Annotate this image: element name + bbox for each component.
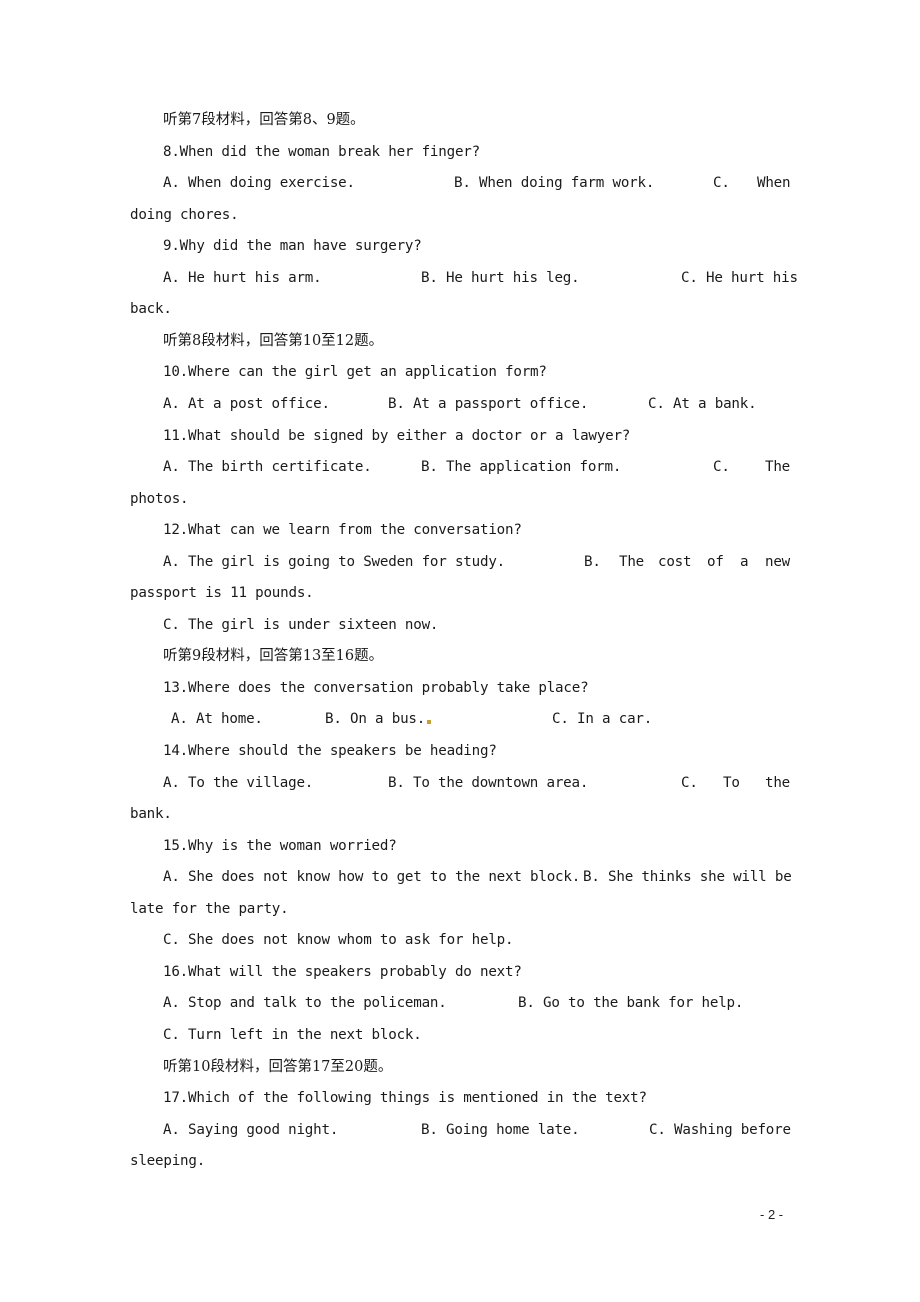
answer-option: C. Turn left in the next block. — [163, 1026, 422, 1043]
answer-option: C. She does not know whom to ask for hel… — [163, 932, 514, 949]
answer-option: A. She does not know how to get to the n… — [163, 869, 581, 886]
answer-option-row: C. Turn left in the next block. — [0, 1024, 920, 1046]
wrapped-text: bank. — [130, 806, 172, 823]
answer-option: A. Stop and talk to the policeman. — [163, 995, 447, 1012]
answer-option: A. He hurt his arm. — [163, 269, 322, 286]
question-text-row: 9.Why did the man have surgery? — [0, 235, 920, 257]
section-heading-row: 听第8段材料，回答第10至12题。 — [0, 330, 920, 352]
section-heading: 听第10段材料，回答第17至20题。 — [163, 1058, 393, 1075]
section-heading-row: 听第10段材料，回答第17至20题。 — [0, 1056, 920, 1078]
answer-options-row: A. When doing exercise. B. When doing far… — [0, 172, 920, 194]
answer-options-row: A. He hurt his arm. B. He hurt his leg. C.… — [0, 267, 920, 289]
question-text: 13.Where does the conversation probably … — [163, 679, 589, 696]
answer-options-row: A. Saying good night. B. Going home late.… — [0, 1119, 920, 1141]
question-text: 15.Why is the woman worried? — [163, 837, 397, 854]
answer-option: C. In a car. — [552, 711, 653, 728]
question-text: 10.Where can the girl get an application… — [163, 364, 547, 381]
answer-option: B. — [584, 553, 601, 570]
answer-options-row: A. She does not know how to get to the n… — [0, 866, 920, 888]
question-text-row: 13.Where does the conversation probably … — [0, 677, 920, 699]
answer-option: B. She thinks she will be — [583, 869, 792, 886]
section-heading-row: 听第7段材料，回答第8、9题。 — [0, 109, 920, 131]
wrapped-text: back. — [130, 301, 172, 318]
answer-option: C. He hurt his — [681, 269, 798, 286]
wrapped-text-row: passport is 11 pounds. — [0, 582, 920, 604]
wrapped-text: photos. — [130, 490, 189, 507]
question-text-row: 17.Which of the following things is ment… — [0, 1087, 920, 1109]
page-number: - 2 - — [760, 1207, 784, 1222]
wrapped-text-row: late for the party. — [0, 898, 920, 920]
wrapped-text-row: sleeping. — [0, 1150, 920, 1172]
document-page: 听第7段材料，回答第8、9题。 8.When did the woman brea… — [0, 0, 920, 1302]
answer-option-row: C. She does not know whom to ask for hel… — [0, 929, 920, 951]
answer-option: A. Saying good night. — [163, 1121, 339, 1138]
question-text: 12.What can we learn from the conversati… — [163, 522, 522, 539]
wrapped-text-row: back. — [0, 298, 920, 320]
answer-option: B. He hurt his leg. — [421, 269, 580, 286]
answer-option: B. Go to the bank for help. — [518, 995, 744, 1012]
section-heading: 听第9段材料，回答第13至16题。 — [163, 648, 384, 665]
answer-option: A. To the village. — [163, 774, 314, 791]
wrapped-text: passport is 11 pounds. — [130, 585, 314, 602]
answer-option-row: C. The girl is under sixteen now. — [0, 614, 920, 636]
answer-option: A. When doing exercise. — [163, 175, 355, 192]
question-text-row: 10.Where can the girl get an application… — [0, 361, 920, 383]
answer-options-row: A. The birth certificate. B. The applicat… — [0, 456, 920, 478]
answer-option-text: new — [765, 553, 791, 570]
answer-option-text: The — [619, 553, 645, 570]
answer-option: B. Going home late. — [421, 1121, 580, 1138]
answer-option: C. Washing before — [649, 1121, 791, 1138]
answer-option-text: the — [765, 774, 791, 791]
answer-options-row: A. At home. B. On a bus. C. In a car. — [0, 708, 920, 730]
wrapped-text-row: doing chores. — [0, 204, 920, 226]
answer-option: C. At a bank. — [648, 395, 757, 412]
answer-option: C. The girl is under sixteen now. — [163, 616, 439, 633]
answer-option: B. The application form. — [421, 459, 622, 476]
wrapped-text: doing chores. — [130, 206, 239, 223]
answer-option-text: a — [740, 553, 749, 570]
answer-option: A. At a post office. — [163, 395, 330, 412]
question-text-row: 11.What should be signed by either a doc… — [0, 425, 920, 447]
answer-option: B. On a bus. — [325, 708, 432, 730]
answer-option: B. When doing farm work. — [454, 175, 655, 192]
answer-option: A. At home. — [171, 711, 263, 728]
answer-option: B. At a passport office. — [388, 395, 589, 412]
question-text-row: 16.What will the speakers probably do ne… — [0, 961, 920, 983]
question-text-row: 15.Why is the woman worried? — [0, 835, 920, 857]
question-text-row: 14.Where should the speakers be heading? — [0, 740, 920, 762]
section-heading: 听第8段材料，回答第10至12题。 — [163, 332, 384, 349]
answer-option: C. — [713, 459, 730, 476]
question-text: 14.Where should the speakers be heading? — [163, 743, 497, 759]
answer-option: C. — [713, 175, 730, 192]
answer-option-text: When — [757, 175, 791, 192]
answer-option: A. The girl is going to Sweden for study… — [163, 553, 506, 570]
answer-option-text: cost — [658, 553, 692, 570]
edit-marker — [427, 720, 432, 725]
question-text: 8.When did the woman break her finger? — [163, 143, 480, 160]
question-text: 11.What should be signed by either a doc… — [163, 427, 631, 444]
section-heading: 听第7段材料，回答第8、9题。 — [163, 112, 365, 128]
answer-option-text: To — [723, 774, 740, 791]
answer-options-row: A. The girl is going to Sweden for study… — [0, 551, 920, 573]
wrapped-text: late for the party. — [130, 900, 289, 917]
wrapped-text: sleeping. — [130, 1153, 206, 1170]
answer-option: B. To the downtown area. — [388, 774, 589, 791]
answer-options-row: A. To the village. B. To the downtown are… — [0, 772, 920, 794]
question-text: 17.Which of the following things is ment… — [163, 1090, 647, 1107]
section-heading-row: 听第9段材料，回答第13至16题。 — [0, 645, 920, 667]
wrapped-text-row: photos. — [0, 488, 920, 510]
answer-option-text: The — [765, 459, 791, 476]
answer-option: A. The birth certificate. — [163, 459, 372, 476]
question-text: 9.Why did the man have surgery? — [163, 238, 422, 255]
answer-options-row: A. Stop and talk to the policeman. B. Go … — [0, 992, 920, 1014]
answer-option-text: of — [707, 553, 724, 570]
answer-options-row: A. At a post office. B. At a passport off… — [0, 393, 920, 415]
question-text-row: 8.When did the woman break her finger? — [0, 141, 920, 163]
question-text: 16.What will the speakers probably do ne… — [163, 963, 522, 980]
wrapped-text-row: bank. — [0, 803, 920, 825]
answer-option: C. — [681, 774, 698, 791]
question-text-row: 12.What can we learn from the conversati… — [0, 519, 920, 541]
